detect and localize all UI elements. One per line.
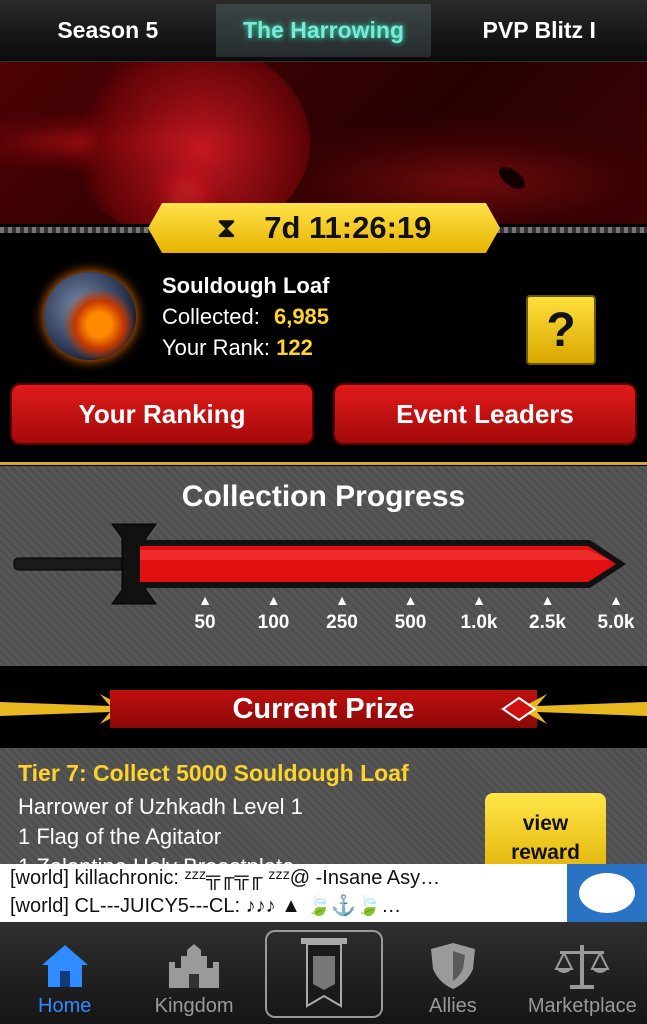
rank-row: Your Rank: 122 <box>162 332 329 363</box>
chat-message: [world] killachronic: ᶻᶻᶻ╦╓╦╓ ᶻᶻᶻ@ -Insa… <box>10 867 441 889</box>
event-banner-button[interactable] <box>265 930 383 1018</box>
milestone-marker: ▲ <box>403 592 418 608</box>
prize-item: Harrower of Uzhkadh Level 1 <box>18 794 303 819</box>
sword-blade-shine <box>140 550 610 560</box>
nav-kingdom[interactable]: Kingdom <box>129 922 258 1024</box>
milestone-label: 1.0k <box>460 612 498 633</box>
current-prize-title: Current Prize <box>110 690 537 728</box>
prize-details: Tier 7: Collect 5000 Souldough Loaf Harr… <box>0 748 647 864</box>
prize-tier: Tier 7: Collect 5000 Souldough Loaf <box>18 760 409 786</box>
view-reward-label-2: reward <box>511 841 580 864</box>
nav-label: Allies <box>429 995 477 1017</box>
collected-value: 6,985 <box>273 304 330 329</box>
view-reward-label-1: view <box>522 812 569 835</box>
view-reward-button[interactable]: view reward <box>485 793 606 864</box>
event-timer: ⧗ 7d 11:26:19 <box>148 203 500 253</box>
collected-row: Collected: 6,985 <box>162 301 329 332</box>
nav-home[interactable]: Home <box>0 922 129 1024</box>
banner-icon <box>301 938 347 1008</box>
shield-icon <box>427 937 479 995</box>
scales-icon <box>554 937 610 995</box>
timer-value: 7d 11:26:19 <box>264 210 432 245</box>
milestone-label: 50 <box>194 612 216 633</box>
milestone-marker: ▲ <box>609 592 623 608</box>
milestone-marker: ▲ <box>335 592 349 608</box>
tab-season-5[interactable]: Season 5 <box>0 0 216 61</box>
milestone-marker: ▲ <box>198 592 212 608</box>
chat-button[interactable] <box>567 864 647 922</box>
nav-label: Marketplace <box>527 995 637 1017</box>
event-banner-image <box>0 62 647 224</box>
speech-bubble-icon <box>579 873 635 913</box>
souldough-loaf-icon <box>44 272 136 360</box>
help-button[interactable]: ? <box>526 295 596 365</box>
prize-item: 1 Zelentine Holy Breastplate <box>18 854 294 864</box>
warrior-figure-art <box>495 163 529 193</box>
rank-label: Your Rank: <box>162 335 271 360</box>
item-name: Souldough Loaf <box>162 273 330 298</box>
rank-value: 122 <box>276 335 313 360</box>
demon-eye-art <box>70 62 310 224</box>
nav-label: Home <box>38 995 92 1017</box>
milestone-marker: ▲ <box>540 592 555 608</box>
milestone-label: 250 <box>326 612 358 633</box>
nav-allies[interactable]: Allies <box>388 922 517 1024</box>
milestone-marker: ▲ <box>472 592 486 608</box>
world-chat-ticker[interactable]: [world] killachronic: ᶻᶻᶻ╦╓╦╓ ᶻᶻᶻ@ -Insa… <box>0 864 567 922</box>
prize-item: 1 Flag of the Agitator <box>18 824 222 849</box>
event-leaders-button[interactable]: Event Leaders <box>333 383 637 445</box>
nav-label: Kingdom <box>154 995 234 1017</box>
milestone-label: 100 <box>257 612 290 633</box>
current-prize-header: Current Prize <box>0 666 647 748</box>
event-info: Souldough Loaf Collected: 6,985 Your Ran… <box>162 270 329 363</box>
chat-message: [world] CL---JUICY5---CL: ♪♪♪ ▲ 🍃⚓🍃… <box>10 895 402 917</box>
divider <box>0 462 647 465</box>
tab-the-harrowing[interactable]: The Harrowing <box>215 4 432 57</box>
milestone-label: 5.0k <box>597 612 635 633</box>
castle-icon <box>167 937 221 995</box>
milestone-label: 500 <box>394 612 427 633</box>
sword-progress-bar <box>13 523 626 605</box>
right-wing-ornament <box>497 694 647 724</box>
collected-label: Collected: <box>162 304 260 329</box>
sword-handle <box>13 557 125 571</box>
milestone-marker: ▲ <box>266 592 281 608</box>
nav-marketplace[interactable]: Marketplace <box>518 922 647 1024</box>
event-tabs: Season 5 The Harrowing PVP Blitz I <box>0 0 647 62</box>
milestone-label: 2.5k <box>529 612 566 633</box>
hourglass-icon: ⧗ <box>216 211 237 243</box>
your-ranking-button[interactable]: Your Ranking <box>10 383 314 445</box>
collection-progress: Collection Progress ▲ 50 ▲ 100 ▲ 250 ▲ 500 ▲ 1.0k… <box>0 466 647 666</box>
home-icon <box>40 937 90 995</box>
tab-pvp-blitz[interactable]: PVP Blitz I <box>431 0 647 61</box>
